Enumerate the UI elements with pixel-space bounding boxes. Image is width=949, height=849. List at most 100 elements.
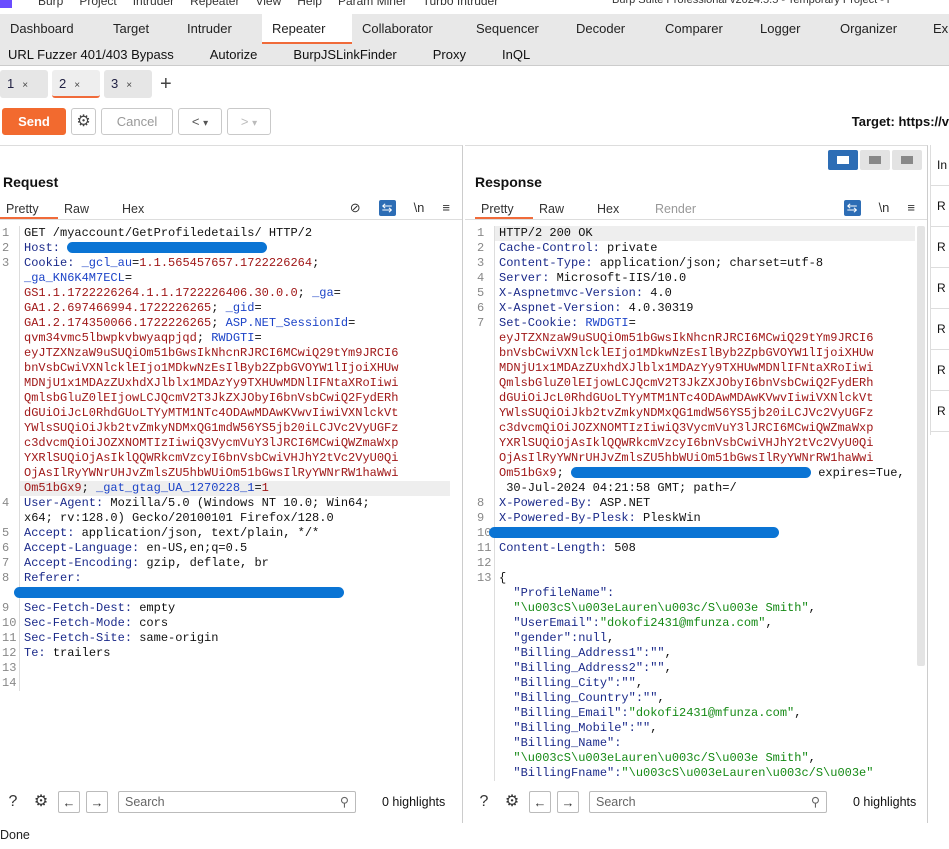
- line-number: 11: [0, 631, 20, 646]
- tab-pretty[interactable]: Pretty: [475, 200, 533, 219]
- extension-tab[interactable]: Proxy: [425, 44, 474, 65]
- tab-raw[interactable]: Raw: [533, 200, 591, 219]
- close-tab-icon[interactable]: ×: [22, 80, 28, 91]
- tab-hex[interactable]: Hex: [116, 200, 174, 219]
- repeater-tab-1[interactable]: 1 ×: [0, 70, 48, 98]
- previous-match-button[interactable]: ←: [58, 791, 80, 813]
- code-token: expires=Tue,: [811, 466, 905, 480]
- inspector-item[interactable]: R: [931, 391, 949, 432]
- code-token: ;: [211, 316, 226, 330]
- code-line: QmlsbGluZ0lEIjowLCJQcmV2T3JkZXJObyI6bnVs…: [0, 391, 450, 406]
- tab-decoder[interactable]: Decoder: [566, 14, 655, 44]
- back-dropdown-icon[interactable]: ▾: [203, 118, 208, 129]
- close-tab-icon[interactable]: ×: [74, 80, 80, 91]
- tab-pretty[interactable]: Pretty: [0, 200, 58, 219]
- help-icon[interactable]: ?: [473, 791, 495, 813]
- tab-raw[interactable]: Raw: [58, 200, 116, 219]
- line-text: [20, 661, 450, 676]
- inspector-item[interactable]: R: [931, 309, 949, 350]
- line-text: X-Powered-By-Plesk: PleskWin: [495, 511, 915, 526]
- code-token: Sec-Fetch-Site:: [24, 631, 140, 645]
- next-match-button[interactable]: →: [557, 791, 579, 813]
- forward-dropdown-icon[interactable]: ▾: [252, 118, 257, 129]
- settings-gear-icon[interactable]: ⚙: [71, 108, 96, 135]
- hide-eye-icon[interactable]: ⊘: [350, 200, 361, 216]
- close-tab-icon[interactable]: ×: [126, 80, 132, 91]
- forward-button[interactable]: > ▾: [227, 108, 271, 135]
- tab-hex[interactable]: Hex: [591, 200, 649, 219]
- code-token: MDNjU1x1MDAzZUxhdXJlblx1MDAzYy9TXHUwMDNl…: [499, 361, 874, 375]
- inspector-item[interactable]: R: [931, 268, 949, 309]
- extension-tab[interactable]: BurpJSLinkFinder: [285, 44, 404, 65]
- wrap-lines-icon[interactable]: ⇆: [843, 200, 861, 216]
- tab-target[interactable]: Target: [103, 14, 177, 44]
- response-panel: Response Pretty Raw Hex Render ⇆ \n ≡ 1H…: [465, 145, 928, 823]
- menu-item[interactable]: Param Miner: [338, 0, 407, 8]
- tab-dashboard[interactable]: Dashboard: [0, 14, 103, 44]
- previous-match-button[interactable]: ←: [529, 791, 551, 813]
- tab-logger[interactable]: Logger: [750, 14, 830, 44]
- extension-tab[interactable]: URL Fuzzer 401/403 Bypass: [0, 44, 182, 65]
- code-token: Content-Type:: [499, 256, 600, 270]
- request-editor[interactable]: 1 GET /myaccount/GetProfiledetails/ HTTP/…: [0, 226, 450, 691]
- line-number: 5: [475, 286, 495, 301]
- menu-item[interactable]: Project: [79, 0, 116, 8]
- response-search-input[interactable]: Search ⚲: [589, 791, 827, 813]
- menu-icon[interactable]: ≡: [907, 200, 915, 216]
- newline-icon[interactable]: \n: [879, 200, 890, 216]
- menu-item[interactable]: Repeater: [190, 0, 239, 8]
- tab-intruder[interactable]: Intruder: [177, 14, 262, 44]
- newline-icon[interactable]: \n: [414, 200, 425, 216]
- request-search-input[interactable]: Search ⚲: [118, 791, 356, 813]
- line-text: MDNjU1x1MDAzZUxhdXJlblx1MDAzYy9TXHUwMDNl…: [495, 361, 915, 376]
- target-label[interactable]: Target: https://v: [852, 114, 949, 129]
- code-token: _gat_gtag_UA_1270228_1: [96, 481, 255, 495]
- cancel-button[interactable]: Cancel: [101, 108, 173, 135]
- extension-tab[interactable]: Autorize: [202, 44, 266, 65]
- line-number: 9: [475, 511, 495, 526]
- repeater-toolbar: Send ⚙ Cancel < ▾ > ▾ Target: https://v: [0, 108, 949, 136]
- code-token: =: [628, 316, 636, 330]
- inspector-item[interactable]: R: [931, 350, 949, 391]
- add-tab-button[interactable]: +: [160, 70, 172, 98]
- request-panel: Request Pretty Raw Hex ⊘ ⇆ \n ≡ 1 GET /my…: [0, 145, 463, 823]
- tab-ex[interactable]: Ex: [925, 14, 949, 44]
- tab-comparer[interactable]: Comparer: [655, 14, 750, 44]
- menu-item[interactable]: Intruder: [133, 0, 174, 8]
- code-token: YWlsSUQiOiJkb2tvZmkyNDMxQG1mdW56YS5jb20i…: [24, 421, 399, 435]
- line-number: [475, 736, 495, 751]
- code-token: Set-Cookie:: [499, 316, 586, 330]
- tab-collaborator[interactable]: Collaborator: [352, 14, 466, 44]
- next-match-button[interactable]: →: [86, 791, 108, 813]
- code-token: private: [607, 241, 658, 255]
- response-editor[interactable]: 1 HTTP/2 200 OK 2 Cache-Control: private 3 Co…: [475, 226, 915, 781]
- menu-icon[interactable]: ≡: [442, 200, 450, 216]
- repeater-tab-3[interactable]: 3 ×: [104, 70, 152, 98]
- menu-item[interactable]: Help: [297, 0, 322, 8]
- line-number: [0, 331, 20, 346]
- line-text: qvm34vmc5lbwpkvbwyaqpjqd; RWDGTI=: [20, 331, 450, 346]
- menu-item[interactable]: Turbo Intruder: [423, 0, 499, 8]
- extension-tab[interactable]: InQL: [494, 44, 538, 65]
- line-text: _ga_KN6K4M7ECL=: [20, 271, 450, 286]
- settings-icon[interactable]: ⚙: [501, 791, 523, 813]
- menu-item[interactable]: Burp: [38, 0, 63, 8]
- settings-icon[interactable]: ⚙: [30, 791, 52, 813]
- tab-organizer[interactable]: Organizer: [830, 14, 925, 44]
- response-scrollbar[interactable]: [917, 226, 925, 666]
- line-number: 8: [475, 496, 495, 511]
- inspector-item[interactable]: R: [931, 227, 949, 268]
- send-button[interactable]: Send: [2, 108, 66, 135]
- help-icon[interactable]: ?: [2, 791, 24, 813]
- code-token: =: [333, 286, 341, 300]
- tab-sequencer[interactable]: Sequencer: [466, 14, 566, 44]
- tab-render[interactable]: Render: [649, 200, 707, 219]
- tab-repeater[interactable]: Repeater: [262, 14, 352, 44]
- line-text: "UserEmail":"dokofi2431@mfunza.com",: [495, 616, 915, 631]
- back-button[interactable]: < ▾: [178, 108, 222, 135]
- inspector-item[interactable]: R: [931, 186, 949, 227]
- wrap-lines-icon[interactable]: ⇆: [378, 200, 396, 216]
- redaction-mark: [14, 587, 344, 599]
- repeater-tab-2[interactable]: 2 ×: [52, 70, 100, 98]
- menu-item[interactable]: View: [255, 0, 281, 8]
